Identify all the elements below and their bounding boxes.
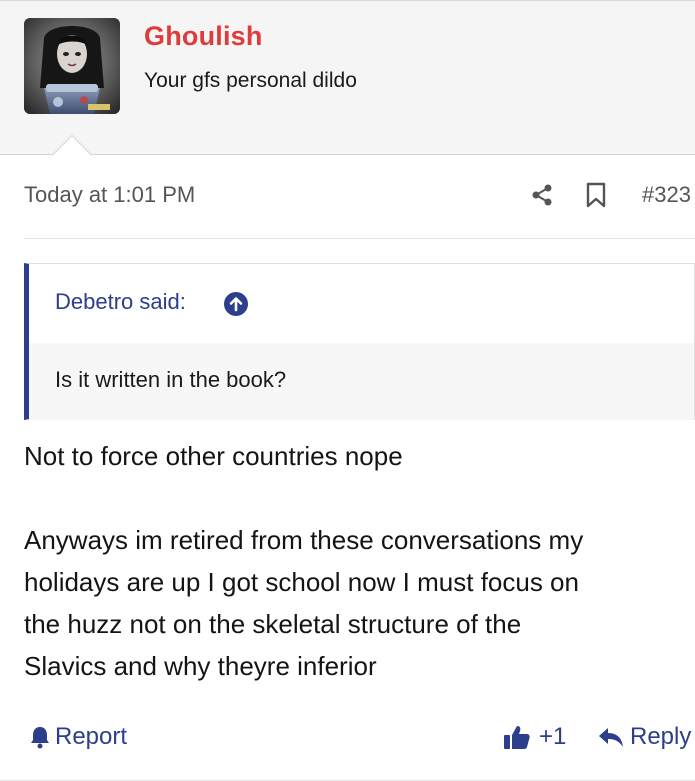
message-line: holidays are up I got school now I must … (24, 567, 579, 597)
avatar-image (24, 18, 120, 114)
avatar[interactable] (24, 18, 120, 114)
quote-text: Is it written in the book? (55, 367, 287, 392)
share-icon[interactable] (530, 183, 554, 207)
username[interactable]: Ghoulish (144, 21, 263, 52)
user-title: Your gfs personal dildo (144, 69, 357, 92)
quote-block: Debetro said: Is it written in the book? (24, 263, 695, 420)
reply-button[interactable]: Reply (598, 720, 691, 754)
quote-header: Debetro said: (29, 264, 694, 343)
report-button[interactable]: Report (30, 720, 127, 754)
quote-body: Is it written in the book? (29, 343, 694, 420)
post-date[interactable]: Today at 1:01 PM (24, 182, 195, 208)
bell-icon (31, 727, 49, 749)
header-pointer (52, 135, 92, 156)
bookmark-icon[interactable] (585, 182, 607, 208)
forum-post: Ghoulish Your gfs personal dildo Today a… (0, 0, 695, 781)
message-line: the huzz not on the skeletal structure o… (24, 609, 522, 639)
post-meta: Today at 1:01 PM #323 (24, 171, 695, 239)
message-line: Anyways im retired from these conversati… (24, 525, 584, 555)
arrow-up-circle-icon[interactable] (223, 291, 249, 317)
report-label: Report (55, 723, 128, 750)
thumbs-up-icon (504, 726, 530, 749)
reply-arrow-icon (599, 728, 623, 747)
message-paragraph: Not to force other countries nope (24, 441, 403, 471)
post-message: Not to force other countries nope Anyway… (24, 435, 684, 687)
user-header: Ghoulish Your gfs personal dildo (0, 1, 695, 155)
quote-author[interactable]: Debetro said: (55, 289, 186, 315)
post-actions: Report +1 Reply (0, 713, 695, 763)
like-count: +1 (539, 723, 567, 750)
post-number-link[interactable]: #323 (642, 182, 691, 208)
reply-label: Reply (630, 723, 692, 750)
message-line: Slavics and why theyre inferior (24, 651, 377, 681)
like-button[interactable]: +1 (503, 720, 566, 754)
